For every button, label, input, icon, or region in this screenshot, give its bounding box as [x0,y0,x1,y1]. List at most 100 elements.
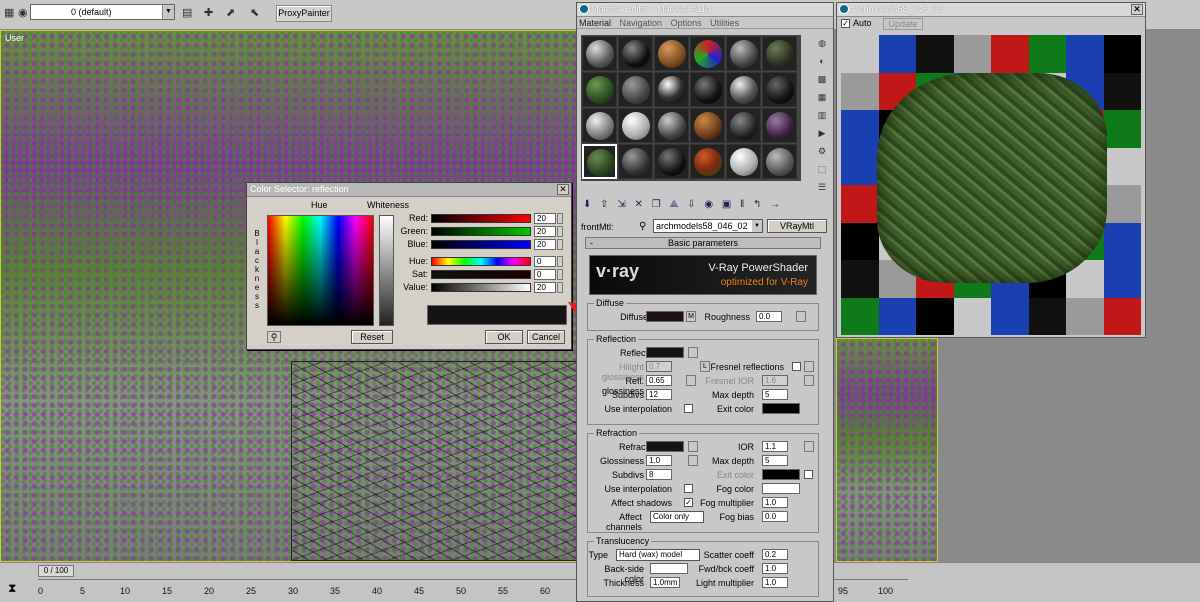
select-layer-icon[interactable]: ⬈ [226,6,235,19]
blue-spinner[interactable] [557,239,563,250]
fresnel-ior-field[interactable]: 1.6 [762,375,788,386]
blue-slider[interactable] [431,240,531,249]
affect-shadows-checkbox[interactable]: ✓ [684,498,693,507]
layer-manager-icon[interactable]: ▤ [182,6,192,19]
refl-gloss-map-button[interactable] [686,375,696,386]
assign-to-selection-icon[interactable]: ⇲ [617,199,628,210]
material-slot[interactable] [690,144,725,179]
refl-max-depth-field[interactable]: 5 [762,389,788,400]
material-slot[interactable] [618,36,653,71]
show-map-icon[interactable]: ▣ [722,199,734,210]
refl-gloss-field[interactable]: 0.65 [646,375,672,386]
refr-subdivs-field[interactable]: 8 [646,469,672,480]
material-slot[interactable] [726,144,761,179]
roughness-map-button[interactable] [796,311,806,322]
material-name-field[interactable]: archmodels58_046_02 ▼ [653,219,763,233]
material-type-button[interactable]: VRayMtl [767,219,827,233]
material-slot-selected[interactable] [582,144,617,179]
light-mult-field[interactable]: 1.0 [762,577,788,588]
add-layer-icon[interactable]: ✚ [204,6,213,19]
translucency-type-dropdown[interactable]: Hard (wax) model [616,549,700,561]
material-slot[interactable] [726,36,761,71]
diffuse-color-swatch[interactable] [646,311,684,322]
fwd-bck-field[interactable]: 1.0 [762,563,788,574]
hue-slider[interactable] [431,257,531,266]
value-slider[interactable] [431,283,531,292]
make-preview-icon[interactable]: ▶ [815,127,829,141]
go-to-parent-icon[interactable]: ↰ [753,199,764,210]
green-spinner[interactable] [557,226,563,237]
ior-field[interactable]: 1.1 [762,441,788,452]
menu-options[interactable]: Options [671,18,702,28]
material-id-icon[interactable]: ◉ [704,199,716,210]
hue-spinner[interactable] [557,256,563,267]
hilight-lock-button[interactable]: L [700,361,710,372]
preview-titlebar[interactable]: archmodels58_046_02 ✕ [837,3,1145,17]
eye-icon[interactable]: ◉ [18,6,28,19]
menu-utilities[interactable]: Utilities [710,18,739,28]
sat-slider[interactable] [431,270,531,279]
reflect-map-button[interactable] [688,347,698,358]
fresnel-ior-map-button[interactable] [804,375,814,386]
refr-gloss-map-button[interactable] [688,455,698,466]
go-forward-icon[interactable]: → [770,199,783,210]
refr-exit-color-swatch[interactable] [762,469,800,480]
hue-blackness-spectrum[interactable] [267,215,374,326]
set-current-layer-icon[interactable]: ⬉ [250,6,259,19]
ior-map-button[interactable] [804,441,814,452]
material-slot[interactable] [654,36,689,71]
refr-max-depth-field[interactable]: 5 [762,455,788,466]
put-to-scene-icon[interactable]: ⇪ [600,199,611,210]
viewport-label[interactable]: User [5,33,24,43]
proxy-painter-button[interactable]: ProxyPainter [276,5,332,22]
material-slot[interactable] [762,72,797,107]
roughness-field[interactable]: 0.0 [756,311,782,322]
options-icon[interactable]: ⚙ [815,145,829,159]
fresnel-checkbox[interactable] [792,362,801,371]
value-value-field[interactable]: 20 [534,282,556,293]
auto-checkbox[interactable]: ✓ [841,19,850,28]
thickness-field[interactable]: 1.0mm [650,577,680,588]
refl-use-interp-checkbox[interactable] [684,404,693,413]
material-slot[interactable] [618,72,653,107]
refr-gloss-field[interactable]: 1.0 [646,455,672,466]
reflect-color-swatch[interactable] [646,347,684,358]
material-editor-titlebar[interactable]: Material Editor - Material #11a [577,3,833,17]
time-slider[interactable]: 0 / 100 [38,565,74,577]
menu-navigation[interactable]: Navigation [620,18,663,28]
mini-curve-editor-icon[interactable]: ⧗ [8,581,16,596]
material-slot[interactable] [690,36,725,71]
show-end-result-icon[interactable]: ‖ [740,199,747,210]
chevron-down-icon[interactable]: ▼ [162,5,174,19]
cancel-button[interactable]: Cancel [527,330,565,344]
material-slot[interactable] [618,144,653,179]
red-spinner[interactable] [557,213,563,224]
menu-material[interactable]: Material [579,18,611,28]
diffuse-map-button[interactable]: M [686,311,696,322]
material-slot[interactable] [762,36,797,71]
layer-dropdown[interactable]: 0 (default) ▼ [30,4,175,20]
material-slot[interactable] [690,108,725,143]
material-slot[interactable] [654,144,689,179]
color-selector-titlebar[interactable]: Color Selector: reflection ✕ [247,183,571,197]
red-value-field[interactable]: 20 [534,213,556,224]
backlight-icon[interactable]: ◐ [815,55,829,69]
layer-icon[interactable]: ▦ [4,6,14,19]
hilight-field[interactable]: 0.7 [646,361,672,372]
material-slot[interactable] [582,108,617,143]
chevron-down-icon[interactable]: ▼ [752,220,762,232]
refract-map-button[interactable] [688,441,698,452]
fog-color-swatch[interactable] [762,483,800,494]
material-slot[interactable] [726,108,761,143]
update-button[interactable]: Update [883,18,923,30]
refr-use-interp-checkbox[interactable] [684,484,693,493]
put-to-library-icon[interactable]: ⇩ [687,199,698,210]
hue-value-field[interactable]: 0 [534,256,556,267]
close-icon[interactable]: ✕ [557,184,569,195]
material-slot[interactable] [618,108,653,143]
sample-type-icon[interactable]: ◍ [815,37,829,51]
background-icon[interactable]: ▩ [815,73,829,87]
secondary-viewport[interactable] [836,338,938,562]
fresnel-map-button[interactable] [804,361,814,372]
uv-tiling-icon[interactable]: ▦ [815,91,829,105]
